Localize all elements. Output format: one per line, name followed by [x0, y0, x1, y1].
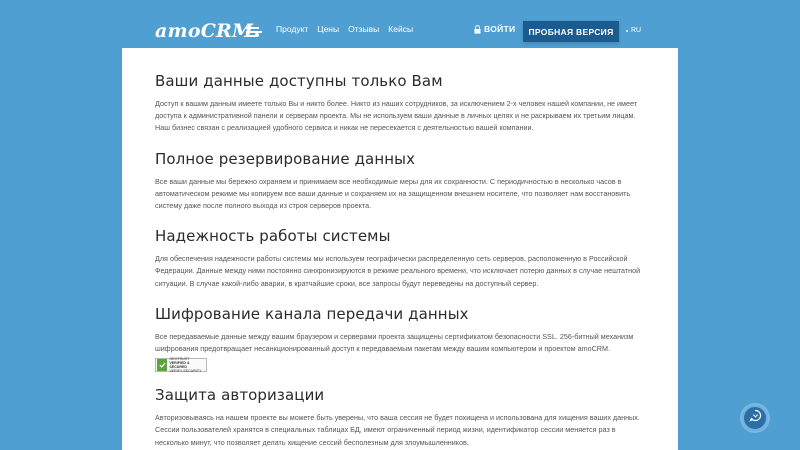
section-text: Все ваши данные мы бережно охраняем и пр… [155, 176, 631, 211]
check-icon [157, 359, 168, 372]
lang-dot-icon [626, 29, 628, 32]
main-nav: Продукт Цены Отзывы Кейсы [276, 24, 422, 34]
content-panel: Ваши данные доступны только Вам Доступ к… [122, 48, 678, 450]
language-label: RU [631, 27, 642, 34]
section-text: Доступ к вашим данным имеете только Вы и… [155, 99, 638, 133]
section-title: Защита авторизации [155, 386, 325, 405]
section-data-access: Ваши данные доступны только Вам Доступ к… [155, 72, 650, 135]
section-auth-protection: Защита авторизации Авторизовываясь на на… [155, 386, 650, 449]
section-title: Надежность работы системы [155, 227, 391, 246]
login-link[interactable]: ВОЙТИ [474, 24, 515, 34]
section-reliability: Надежность работы системы Для обеспечени… [155, 227, 650, 290]
nav-item-product[interactable]: Продукт [276, 24, 308, 34]
trial-button[interactable]: ПРОБНАЯ ВЕРСИЯ [523, 21, 619, 42]
section-title: Полное резервирование данных [155, 149, 416, 168]
section-title: Ваши данные доступны только Вам [155, 72, 443, 90]
section-title: Шифрование канала передачи данных [155, 304, 469, 323]
chat-icon [748, 409, 762, 427]
menu-icon[interactable] [246, 27, 262, 37]
nav-item-reviews[interactable]: Отзывы [348, 24, 379, 34]
section-text: Все передаваемые данные между вашим брау… [155, 331, 634, 354]
section-text: Для обеспечения надежности работы систем… [155, 254, 641, 288]
ssl-badge[interactable]: GEOTRUST VERIFIED & SECURED VERIFY SECUR… [155, 357, 207, 374]
chat-button[interactable] [742, 405, 768, 431]
login-label: ВОЙТИ [484, 24, 516, 34]
nav-item-prices[interactable]: Цены [317, 24, 339, 34]
section-encryption: Шифрование канала передачи данных Все пе… [155, 304, 650, 374]
logo[interactable]: amoCRM [155, 20, 260, 42]
nav-item-cases[interactable]: Кейсы [388, 24, 413, 34]
section-backup: Полное резервирование данных Все ваши да… [155, 150, 650, 213]
ssl-badge-text: GEOTRUST VERIFIED & SECURED VERIFY SECUR… [169, 357, 202, 374]
language-switcher[interactable]: RU [626, 27, 641, 34]
content: Ваши данные доступны только Вам Доступ к… [155, 72, 650, 450]
section-text: Авторизовываясь на нашем проекте вы може… [155, 413, 640, 447]
lock-icon [474, 24, 481, 34]
